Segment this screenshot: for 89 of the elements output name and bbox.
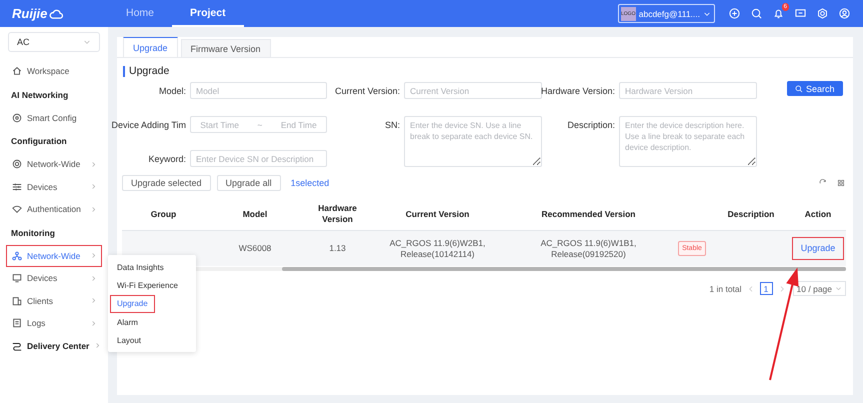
column-header: Hardware Version bbox=[317, 202, 358, 226]
submenu-item[interactable]: Wi-Fi Experience bbox=[110, 276, 185, 295]
selected-count: 1selected bbox=[290, 178, 330, 188]
field-label: Current Version: bbox=[334, 86, 400, 96]
sidebar-item[interactable]: Devices bbox=[6, 267, 102, 290]
search-icon bbox=[751, 8, 762, 19]
search-icon bbox=[795, 84, 803, 92]
sidebar-item[interactable]: Authentication bbox=[6, 198, 102, 220]
input-field[interactable]: Hardware Version bbox=[619, 82, 757, 99]
account-name: abcdefg@111.... bbox=[638, 8, 700, 18]
grid-icon bbox=[837, 179, 845, 187]
client-icon bbox=[12, 296, 22, 306]
eye-icon bbox=[12, 112, 22, 123]
table-cell-text: AC_RGOS 11.9(6)W2B1, Release(10142114) bbox=[388, 236, 486, 261]
submenu-item[interactable]: Alarm bbox=[110, 312, 145, 332]
monitor-icon bbox=[12, 273, 22, 284]
column-header: Current Version bbox=[404, 208, 470, 220]
chevron-right-icon bbox=[90, 252, 97, 260]
document-icon bbox=[12, 318, 22, 328]
sidebar-item[interactable]: Smart Config bbox=[6, 106, 102, 129]
submenu-item[interactable]: Data Insights bbox=[110, 258, 171, 276]
message-icon bbox=[795, 8, 806, 19]
text-area[interactable]: Enter the device description here. Use a line break to separate each device description. bbox=[619, 116, 757, 167]
sidebar-item[interactable]: Network-Wide bbox=[6, 244, 102, 267]
chevron-right-icon bbox=[94, 342, 102, 350]
scope-value: AC bbox=[17, 37, 30, 47]
field-label: Keyword: bbox=[148, 154, 186, 164]
page-button[interactable]: 1 bbox=[760, 282, 773, 295]
settings-icon bbox=[817, 8, 828, 19]
wifi-shield-icon bbox=[12, 204, 22, 214]
bell-icon bbox=[773, 8, 784, 19]
chevron-right-icon bbox=[90, 274, 97, 282]
sidebar-item[interactable]: Workspace bbox=[6, 60, 102, 82]
caret-down-icon bbox=[835, 285, 842, 292]
sidebar-heading: Configuration bbox=[10, 135, 68, 148]
nav-tab[interactable]: Project bbox=[172, 0, 244, 27]
sidebar-item[interactable]: Network-Wide bbox=[6, 153, 102, 176]
route-icon bbox=[12, 340, 22, 351]
chevron-right-icon bbox=[90, 160, 97, 168]
page-size-selector[interactable]: 10 / page bbox=[792, 281, 846, 296]
text-area[interactable]: Enter the device SN. Use a line break to separate each device SN. bbox=[404, 116, 542, 167]
chevron-right-icon bbox=[90, 297, 97, 304]
action-button[interactable]: Upgrade selected bbox=[122, 175, 211, 191]
sidebar-item[interactable]: Logs bbox=[6, 312, 102, 334]
column-header: Recommended Version bbox=[540, 208, 636, 220]
total-count: 1 in total bbox=[709, 284, 742, 294]
field-label: Description: bbox=[567, 120, 615, 130]
house-icon bbox=[12, 66, 22, 76]
chevron-left-icon bbox=[746, 284, 755, 292]
action-button[interactable]: Upgrade all bbox=[216, 175, 281, 191]
field-label: Hardware Version: bbox=[540, 86, 615, 96]
field-label: SN: bbox=[384, 120, 400, 130]
column-header: Description bbox=[726, 208, 776, 221]
tab[interactable]: Firmware Version bbox=[180, 39, 271, 57]
submenu-item[interactable]: Layout bbox=[110, 331, 148, 350]
tab[interactable]: Upgrade bbox=[123, 37, 178, 57]
sidebar-heading: AI Networking bbox=[10, 88, 70, 102]
sidebar-item[interactable]: Clients bbox=[6, 290, 102, 312]
chevron-right-icon bbox=[90, 183, 97, 190]
sidebar-item[interactable]: Devices bbox=[6, 176, 102, 198]
section-title: Upgrade bbox=[123, 66, 170, 77]
logo-text: Ruijie bbox=[12, 6, 48, 21]
scrollbar-thumb[interactable] bbox=[282, 267, 846, 271]
column-header: Action bbox=[804, 208, 832, 220]
chevron-right-icon bbox=[90, 320, 97, 327]
search-button[interactable]: Search bbox=[787, 81, 843, 96]
chevron-right-icon bbox=[90, 206, 97, 213]
input-field[interactable]: Current Version bbox=[404, 82, 542, 99]
sliders-icon bbox=[12, 182, 22, 192]
plus-circle-icon bbox=[729, 8, 740, 19]
sidebar-item[interactable]: Delivery Center bbox=[6, 334, 102, 357]
caret-down-icon bbox=[83, 38, 91, 46]
input-field[interactable]: Model bbox=[190, 82, 327, 99]
globe-icon bbox=[12, 159, 22, 170]
table-cell-text: WS6008 bbox=[238, 242, 272, 255]
input-field[interactable]: Enter Device SN or Description bbox=[190, 150, 327, 167]
table-cell-text: AC_RGOS 11.9(6)W1B1, Release(09192520) bbox=[540, 236, 638, 261]
network-nodes-icon bbox=[12, 250, 22, 261]
sidebar-heading: Monitoring bbox=[10, 226, 56, 240]
table-cell-text: 1.13 bbox=[328, 242, 347, 255]
field-label: Model: bbox=[158, 86, 186, 96]
cloud-icon bbox=[49, 6, 64, 20]
user-circle-icon bbox=[839, 8, 850, 19]
upgrade-link[interactable]: Upgrade bbox=[792, 237, 844, 260]
field-label: Device Adding Tim bbox=[111, 120, 186, 130]
scope-selector[interactable]: AC bbox=[8, 32, 100, 52]
column-header: Group bbox=[150, 208, 178, 221]
submenu-item[interactable]: Upgrade bbox=[110, 294, 155, 313]
column-header: Model bbox=[242, 208, 268, 220]
